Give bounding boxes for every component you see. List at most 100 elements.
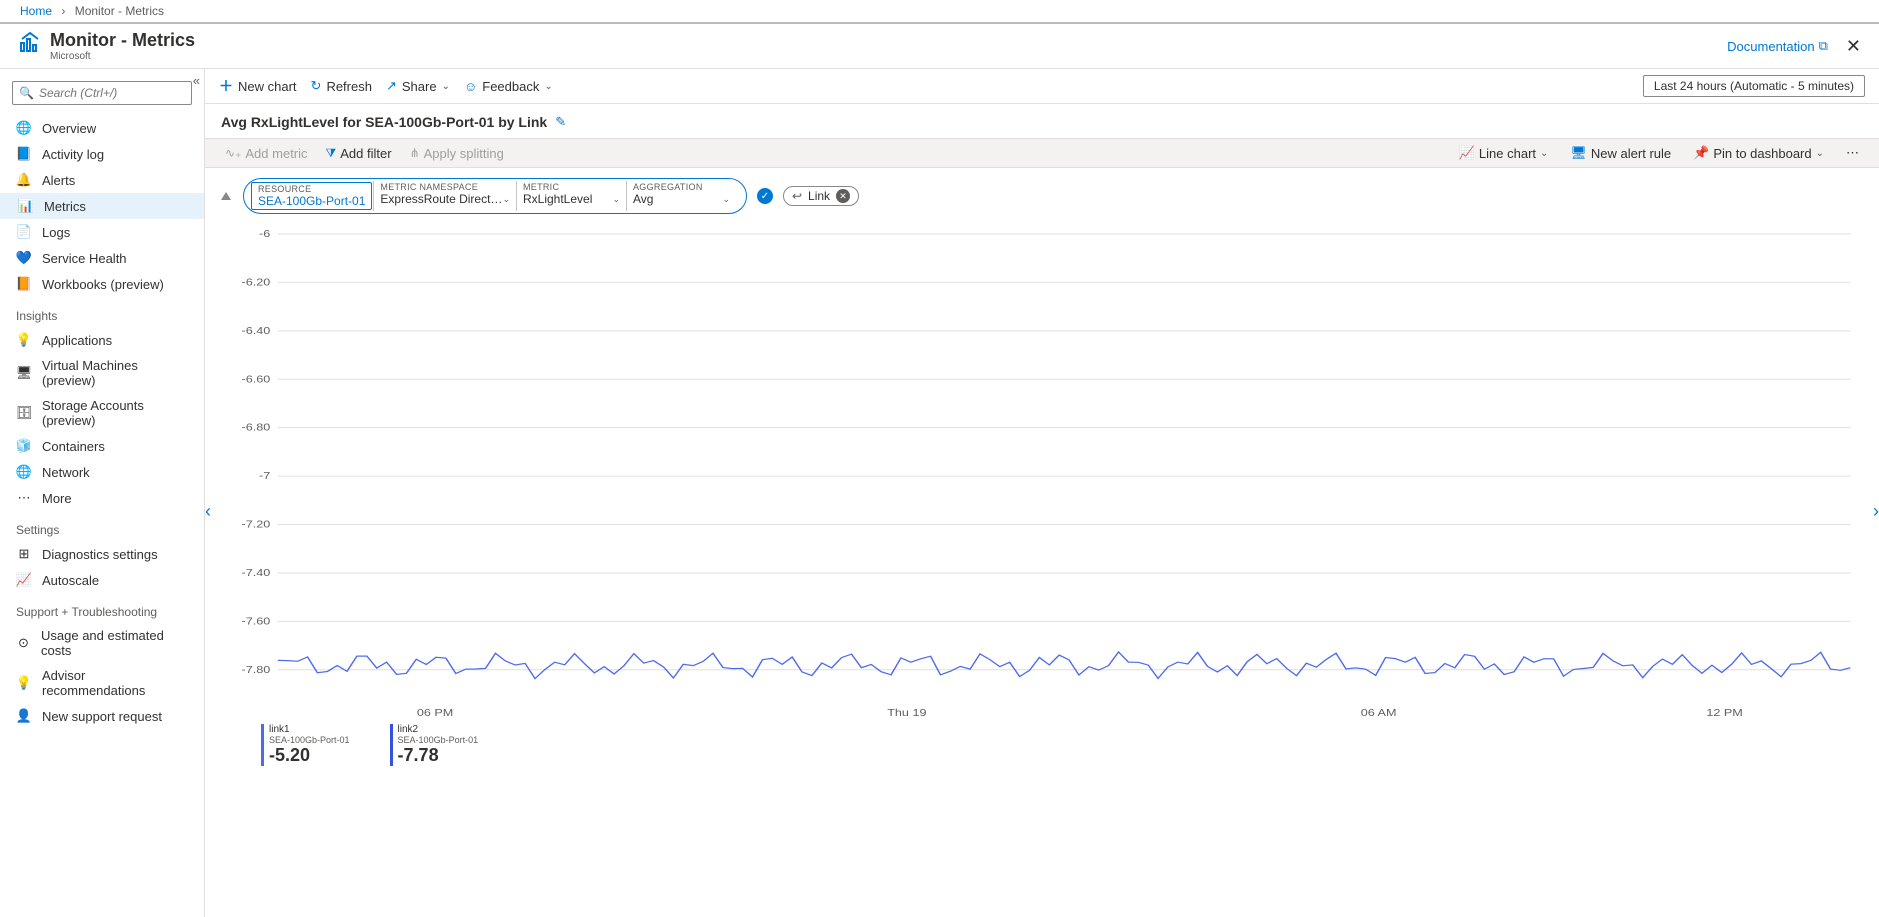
svg-text:-7.40: -7.40 xyxy=(242,568,271,579)
svg-text:-7: -7 xyxy=(259,471,270,482)
sidebar-item-storage-accounts-preview-[interactable]: 🗄 Storage Accounts (preview) xyxy=(0,393,204,433)
resource-selector[interactable]: RESOURCE SEA-100Gb-Port-01 xyxy=(251,182,372,210)
sidebar-item-metrics[interactable]: 📊Metrics xyxy=(0,193,204,219)
filter-icon: ⧩ xyxy=(326,146,337,161)
sidebar-item-network[interactable]: 🌐Network xyxy=(0,459,204,485)
sidebar-item-containers[interactable]: 🧊Containers xyxy=(0,433,204,459)
nav-icon: 📘 xyxy=(16,146,32,162)
sidebar-item-new-support-request[interactable]: 👤New support request xyxy=(0,703,204,729)
split-by-pill[interactable]: ↩ Link ✕ xyxy=(783,186,859,206)
aggregation-label: AGGREGATION xyxy=(633,182,730,192)
sidebar-item-usage-and-estimated-costs[interactable]: ⊙Usage and estimated costs xyxy=(0,623,204,663)
metrics-chart[interactable]: -6-6.20-6.40-6.60-6.80-7-7.20-7.40-7.60-… xyxy=(221,224,1863,724)
split-icon: ⋔ xyxy=(410,146,420,160)
pin-to-dashboard-button[interactable]: 📌 Pin to dashboard ⌄ xyxy=(1689,143,1828,163)
metric-toolbar: ∿₊ Add metric ⧩ Add filter ⋔ Apply split… xyxy=(205,138,1879,168)
namespace-selector[interactable]: METRIC NAMESPACE ExpressRoute Direct…⌄ xyxy=(373,181,516,211)
nav-icon: 🌐 xyxy=(16,120,32,136)
feedback-button[interactable]: ☺ Feedback ⌄ xyxy=(464,79,553,94)
apply-splitting-button[interactable]: ⋔ Apply splitting xyxy=(406,144,508,163)
nav-label: Advisor recommendations xyxy=(42,668,188,698)
expand-triangle-icon[interactable] xyxy=(221,192,231,200)
pin-icon: 📌 xyxy=(1693,145,1709,161)
page-title: Monitor - Metrics xyxy=(50,30,195,51)
nav-icon: 🌐 xyxy=(16,464,32,480)
nav-label: Autoscale xyxy=(42,573,99,588)
sidebar-search[interactable]: 🔍 xyxy=(12,81,192,105)
svg-text:06 PM: 06 PM xyxy=(417,708,453,719)
nav-icon: ⋯ xyxy=(16,490,32,506)
new-chart-button[interactable]: ＋ New chart xyxy=(219,76,297,96)
sidebar-item-advisor-recommendations[interactable]: 💡Advisor recommendations xyxy=(0,663,204,703)
svg-text:-7.80: -7.80 xyxy=(242,665,271,676)
metric-selectors: RESOURCE SEA-100Gb-Port-01 METRIC NAMESP… xyxy=(205,168,1879,224)
svg-text:Thu 19: Thu 19 xyxy=(887,708,926,719)
sidebar-item-applications[interactable]: 💡 Applications xyxy=(0,327,204,353)
sidebar-item-overview[interactable]: 🌐Overview xyxy=(0,115,204,141)
nav-icon: 📄 xyxy=(16,224,32,240)
nav-label: Storage Accounts (preview) xyxy=(42,398,188,428)
time-range-selector[interactable]: Last 24 hours (Automatic - 5 minutes) xyxy=(1643,75,1865,97)
nav-label: Applications xyxy=(42,333,112,348)
nav-icon: 💙 xyxy=(16,250,32,266)
chevron-down-icon: ⌄ xyxy=(722,194,730,205)
nav-icon: 📙 xyxy=(16,276,32,292)
legend-item-link1[interactable]: link1 SEA-100Gb-Port-01 -5.20 xyxy=(261,724,350,766)
refresh-icon: ↻ xyxy=(311,78,322,94)
main-content: ＋ New chart ↻ Refresh ↗ Share ⌄ ☺ Feedba… xyxy=(205,69,1879,917)
more-options-button[interactable]: ⋯ xyxy=(1842,143,1863,163)
add-metric-button[interactable]: ∿₊ Add metric xyxy=(221,144,312,163)
remove-split-icon[interactable]: ✕ xyxy=(836,189,850,203)
nav-label: Service Health xyxy=(42,251,127,266)
aggregation-selector[interactable]: AGGREGATION Avg⌄ xyxy=(626,181,736,211)
resource-label: RESOURCE xyxy=(258,184,365,194)
chart-next-icon[interactable]: › xyxy=(1873,501,1879,522)
search-input[interactable] xyxy=(39,86,185,100)
new-alert-button[interactable]: 🖥 New alert rule xyxy=(1566,143,1675,163)
sidebar-item-diagnostics-settings[interactable]: ⊞Diagnostics settings xyxy=(0,541,204,567)
chevron-down-icon: ⌄ xyxy=(1540,148,1548,159)
sidebar-collapse-icon[interactable]: « xyxy=(193,73,200,88)
documentation-link[interactable]: Documentation ⧉ xyxy=(1727,38,1828,54)
sidebar-item-logs[interactable]: 📄 Logs xyxy=(0,219,204,245)
nav-label: Virtual Machines (preview) xyxy=(42,358,188,388)
nav-icon: 💡 xyxy=(16,332,32,348)
svg-text:12 PM: 12 PM xyxy=(1706,708,1742,719)
breadcrumb-home[interactable]: Home xyxy=(20,4,52,18)
feedback-icon: ☺ xyxy=(464,79,477,94)
add-filter-button[interactable]: ⧩ Add filter xyxy=(322,144,396,163)
sidebar-item-activity-log[interactable]: 📘 Activity log xyxy=(0,141,204,167)
sidebar-item-alerts[interactable]: 🔔Alerts xyxy=(0,167,204,193)
legend-item-link2[interactable]: link2 SEA-100Gb-Port-01 -7.78 xyxy=(390,724,479,766)
chart-prev-icon[interactable]: ‹ xyxy=(205,501,211,522)
chevron-down-icon: ⌄ xyxy=(544,81,552,92)
sidebar-item-more[interactable]: ⋯More xyxy=(0,485,204,511)
svg-text:-6.20: -6.20 xyxy=(242,278,271,289)
svg-text:-6: -6 xyxy=(259,229,270,240)
monitor-logo-icon xyxy=(18,31,42,61)
chart-type-selector[interactable]: 📈 Line chart ⌄ xyxy=(1455,143,1553,163)
chevron-down-icon: ⌄ xyxy=(502,194,510,205)
nav-label: Activity log xyxy=(42,147,104,162)
chart-title: Avg RxLightLevel for SEA-100Gb-Port-01 b… xyxy=(221,114,547,130)
edit-title-icon[interactable]: ✎ xyxy=(555,114,566,130)
top-toolbar: ＋ New chart ↻ Refresh ↗ Share ⌄ ☺ Feedba… xyxy=(205,69,1879,104)
sidebar-item-service-health[interactable]: 💙 Service Health xyxy=(0,245,204,271)
line-chart-icon: 📈 xyxy=(1459,145,1475,161)
nav-icon: 🗄 xyxy=(16,405,32,421)
metric-selector[interactable]: METRIC RxLightLevel⌄ xyxy=(516,181,626,211)
sidebar-item-autoscale[interactable]: 📈Autoscale xyxy=(0,567,204,593)
share-icon: ↗ xyxy=(386,78,397,94)
breadcrumb-current: Monitor - Metrics xyxy=(75,4,164,18)
link-arrow-icon: ↩ xyxy=(792,189,802,203)
sidebar-item-workbooks-preview-[interactable]: 📙Workbooks (preview) xyxy=(0,271,204,297)
nav-label: Containers xyxy=(42,439,105,454)
svg-text:-7.20: -7.20 xyxy=(242,520,271,531)
nav-label: Logs xyxy=(42,225,70,240)
sidebar-section-settings: Settings xyxy=(0,511,204,541)
chevron-down-icon: ⌄ xyxy=(612,194,620,205)
sidebar-item-virtual-machines-preview-[interactable]: 🖥Virtual Machines (preview) xyxy=(0,353,204,393)
share-button[interactable]: ↗ Share ⌄ xyxy=(386,78,450,94)
refresh-button[interactable]: ↻ Refresh xyxy=(311,78,372,94)
close-icon[interactable]: ✕ xyxy=(1846,36,1861,57)
